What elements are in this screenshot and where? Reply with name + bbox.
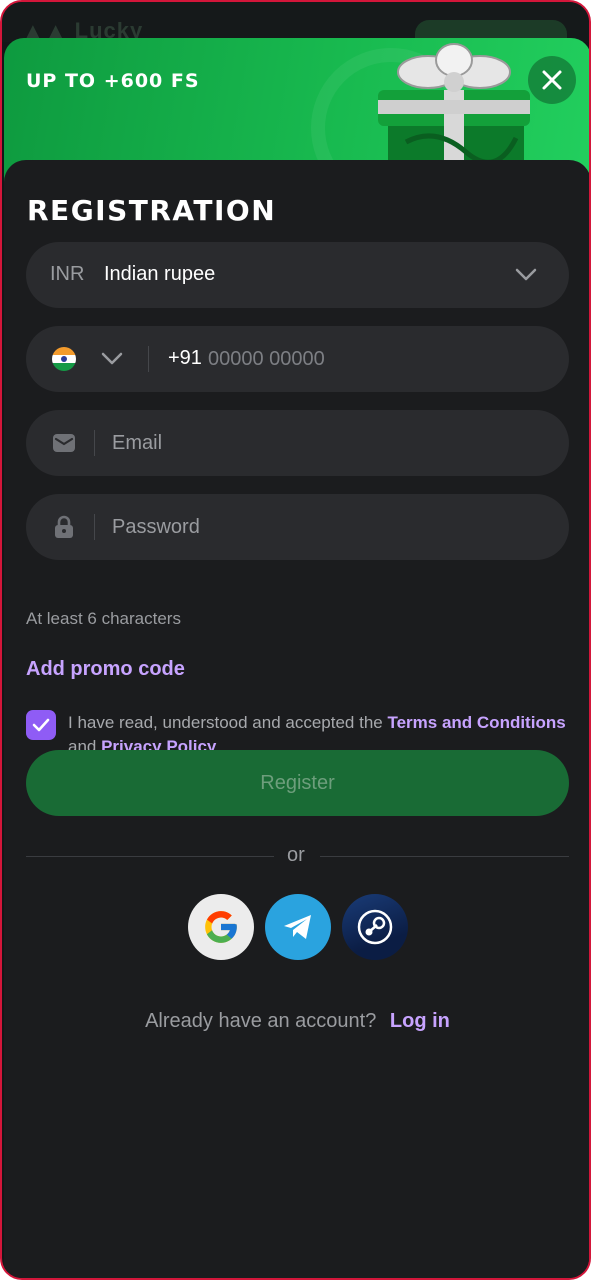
divider	[94, 430, 95, 456]
google-login-button[interactable]	[188, 894, 254, 960]
chevron-down-icon	[515, 268, 537, 281]
banner-title: UP TO +600 FS	[26, 70, 200, 92]
or-separator: or	[287, 844, 305, 866]
divider	[148, 346, 149, 372]
password-field	[26, 494, 569, 560]
terms-and-conditions-link[interactable]: Terms and Conditions	[387, 713, 565, 732]
terms-prefix: I have read, understood and accepted the	[68, 713, 388, 732]
password-hint: At least 6 characters	[26, 609, 181, 628]
device-frame: ▲▲ Lucky UP TO +600 FS REGISTRATION INR …	[0, 0, 591, 1280]
email-input[interactable]	[112, 428, 532, 458]
close-button[interactable]	[528, 56, 576, 104]
form-title: REGISTRATION	[27, 194, 277, 227]
india-flag-icon	[52, 347, 76, 371]
phone-country-code: +91	[168, 347, 202, 369]
checkmark-icon	[32, 718, 50, 732]
steam-login-button[interactable]	[342, 894, 408, 960]
envelope-icon	[53, 434, 75, 452]
password-input[interactable]	[112, 512, 532, 542]
telegram-login-button[interactable]	[265, 894, 331, 960]
google-icon	[205, 911, 237, 943]
phone-input[interactable]	[208, 344, 508, 374]
currency-name: Indian rupee	[104, 263, 216, 285]
divider	[94, 514, 95, 540]
background-site-header: ▲▲ Lucky	[2, 2, 589, 43]
divider-left	[26, 856, 274, 857]
currency-select[interactable]: INR Indian rupee	[26, 242, 569, 308]
country-code-dropdown[interactable]	[100, 350, 124, 368]
phone-field: +91	[26, 326, 569, 392]
login-prompt: Already have an account? Log in	[4, 1010, 589, 1033]
telegram-icon	[284, 915, 311, 939]
currency-code: INR	[50, 263, 85, 285]
login-question: Already have an account?	[145, 1010, 377, 1032]
register-button[interactable]: Register	[26, 750, 569, 816]
close-icon	[542, 70, 562, 90]
divider-right	[320, 856, 569, 857]
registration-form: REGISTRATION INR Indian rupee +91 00000 …	[4, 160, 589, 1278]
add-promo-code-link[interactable]: Add promo code	[26, 658, 185, 681]
login-link[interactable]: Log in	[390, 1010, 450, 1032]
steam-icon	[357, 909, 393, 945]
email-field	[26, 410, 569, 476]
terms-checkbox[interactable]	[26, 710, 56, 740]
lock-icon	[55, 515, 73, 538]
registration-modal: UP TO +600 FS REGISTRATION INR Indian ru…	[4, 38, 589, 1278]
